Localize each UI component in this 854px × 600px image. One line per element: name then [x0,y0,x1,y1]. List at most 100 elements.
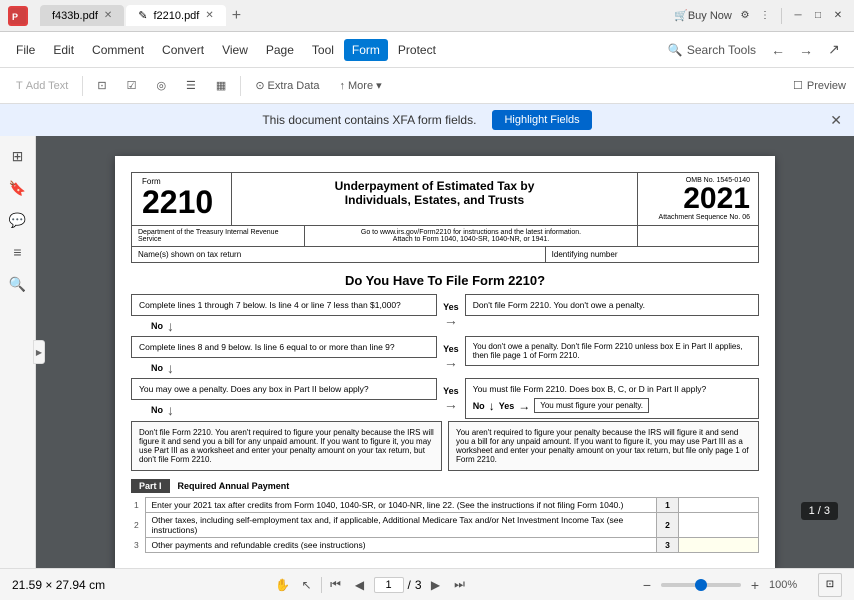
tab-icon: ✎ [138,9,147,22]
row3-linenum: 3 [657,538,679,553]
sidebar-pages-icon[interactable]: ⊞ [6,144,30,168]
zoom-in-button[interactable]: + [745,575,765,595]
sidebar-comment-icon[interactable]: 💬 [6,208,30,232]
sidebar-bookmark-icon[interactable]: 🔖 [6,176,30,200]
highlight-fields-button[interactable]: Highlight Fields [492,110,591,130]
tab-bar: f433b.pdf ✕ ✎ f2210.pdf ✕ + [40,5,669,26]
more-button[interactable] [394,83,410,89]
zoom-thumb [695,579,707,591]
document-area: Form 2210 Underpayment of Estimated Tax … [36,136,854,568]
minimize-button[interactable]: ─ [790,8,806,24]
tab-close-icon[interactable]: ✕ [104,10,112,21]
nav-icons: ← → ↗ [766,38,846,62]
toolbar: T Add Text ⊡ ☑ ◎ ☰ ▦ ⊙ Extra Data ↑ More… [0,68,854,104]
prev-page-button[interactable]: ◀ [350,575,370,595]
forward-icon[interactable]: → [794,38,818,62]
left-sidebar: ⊞ 🔖 💬 ≡ 🔍 [0,136,36,568]
row2-desc: Other taxes, including self-employment t… [145,513,657,538]
back-icon[interactable]: ← [766,38,790,62]
menu-tool[interactable]: Tool [304,39,342,61]
close-button[interactable]: ✕ [830,8,846,24]
no3-label: No [151,405,163,415]
list-tool-button[interactable]: ☰ [178,76,204,95]
page-navigation: ✋ ↖ ⏮ ◀ / 3 ▶ ⏭ [113,575,629,595]
tab-label: f2210.pdf [153,10,199,22]
yes2-label: Yes [443,344,459,354]
addtext-icon: T [16,80,23,92]
external-icon[interactable]: ↗ [822,38,846,62]
more-icon[interactable]: ⋮ [757,8,773,24]
tab-label: f433b.pdf [52,10,98,22]
menu-file[interactable]: File [8,39,43,61]
svg-text:P: P [12,12,18,22]
page-number-input[interactable] [374,577,404,593]
banner-close-button[interactable]: ✕ [830,112,842,129]
menu-comment[interactable]: Comment [84,39,152,61]
sidebar-collapse-arrow[interactable]: ▶ [33,340,45,364]
separator [82,76,83,96]
tab-f2210[interactable]: ✎ f2210.pdf ✕ [126,5,225,26]
attachment-seq: Attachment Sequence No. 06 [646,214,750,221]
extra-data-button[interactable]: ↑ More ▾ [332,76,390,95]
seq-right [638,226,758,246]
app-icon: P [8,6,28,26]
form-number: 2210 [142,186,221,218]
yes3-label: Yes [443,386,459,396]
buy-now-button[interactable]: 🛒 Buy Now [673,8,733,24]
answer1: Don't file Form 2210. You don't owe a pe… [465,294,759,316]
question3: You may owe a penalty. Does any box in P… [131,378,437,400]
menu-view[interactable]: View [214,39,256,61]
hand-tool-icon[interactable]: ✋ [273,575,293,595]
menu-protect[interactable]: Protect [390,39,444,61]
menu-page[interactable]: Page [258,39,302,61]
menu-edit[interactable]: Edit [45,39,82,61]
row1-linenum: 1 [657,498,679,513]
checkbox-tool-button[interactable]: ☑ [119,76,145,95]
bottom-bar: 21.59 × 27.94 cm ✋ ↖ ⏮ ◀ / 3 ▶ ⏭ − + 100… [0,568,854,600]
next-page-button[interactable]: ▶ [426,575,446,595]
last-page-button[interactable]: ⏭ [450,575,470,595]
radio-tool-button[interactable]: ◎ [148,76,174,95]
menu-convert[interactable]: Convert [154,39,212,61]
total-pages: 3 [415,578,422,592]
zoom-level-label: 100% [769,579,814,591]
id-label: Identifying number [546,247,758,262]
sidebar-search-icon[interactable]: 🔍 [6,272,30,296]
question2: Complete lines 8 and 9 below. Is line 6 … [131,336,437,358]
flowchart-title: Do You Have To File Form 2210? [131,273,759,288]
part-label: Part I [131,479,170,493]
maximize-button[interactable]: □ [810,8,826,24]
zoom-controls: − + 100% ⊡ [637,573,842,597]
cursor-tool-icon[interactable]: ↖ [297,575,317,595]
subtitle2: Attach to Form 1040, 1040-SR, 1040-NR, o… [311,236,631,243]
yes3-result: You aren't required to figure your penal… [448,421,759,471]
zoom-slider[interactable] [661,583,741,587]
row2-amount [679,513,759,538]
yes1-label: Yes [443,302,459,312]
settings-icon[interactable]: ⚙ [737,8,753,24]
first-page-button[interactable]: ⏮ [326,575,346,595]
no2-label: No [151,363,163,373]
question1: Complete lines 1 through 7 below. Is lin… [131,294,437,316]
part-i-table: 1 Enter your 2021 tax after credits from… [131,497,759,553]
recognize-icon: ⊙ [255,79,264,92]
search-tools-button[interactable]: 🔍 Search Tools [668,43,756,57]
recognize-field-button[interactable]: ⊙ Extra Data [247,76,327,95]
search-icon: 🔍 [668,43,683,57]
xfa-message: This document contains XFA form fields. [262,113,476,127]
new-tab-button[interactable]: + [228,5,245,26]
tab-close-icon[interactable]: ✕ [205,10,213,21]
add-text-button[interactable]: T Add Text [8,77,76,95]
preview-button[interactable]: ☐ Preview [793,79,846,92]
select-tool-button[interactable]: ⊡ [89,76,114,95]
part-title: Required Annual Payment [178,481,290,491]
tab-f433b[interactable]: f433b.pdf ✕ [40,5,124,26]
sidebar-layers-icon[interactable]: ≡ [6,240,30,264]
menu-form[interactable]: Form [344,39,388,61]
zoom-out-button[interactable]: − [637,575,657,595]
must-figure: You must figure your penalty. [534,398,649,413]
fit-page-button[interactable]: ⊡ [818,573,842,597]
page-count-badge: 1 / 3 [801,502,838,520]
no3-result: Don't file Form 2210. You aren't require… [131,421,442,471]
field-tool-button[interactable]: ▦ [208,76,234,95]
